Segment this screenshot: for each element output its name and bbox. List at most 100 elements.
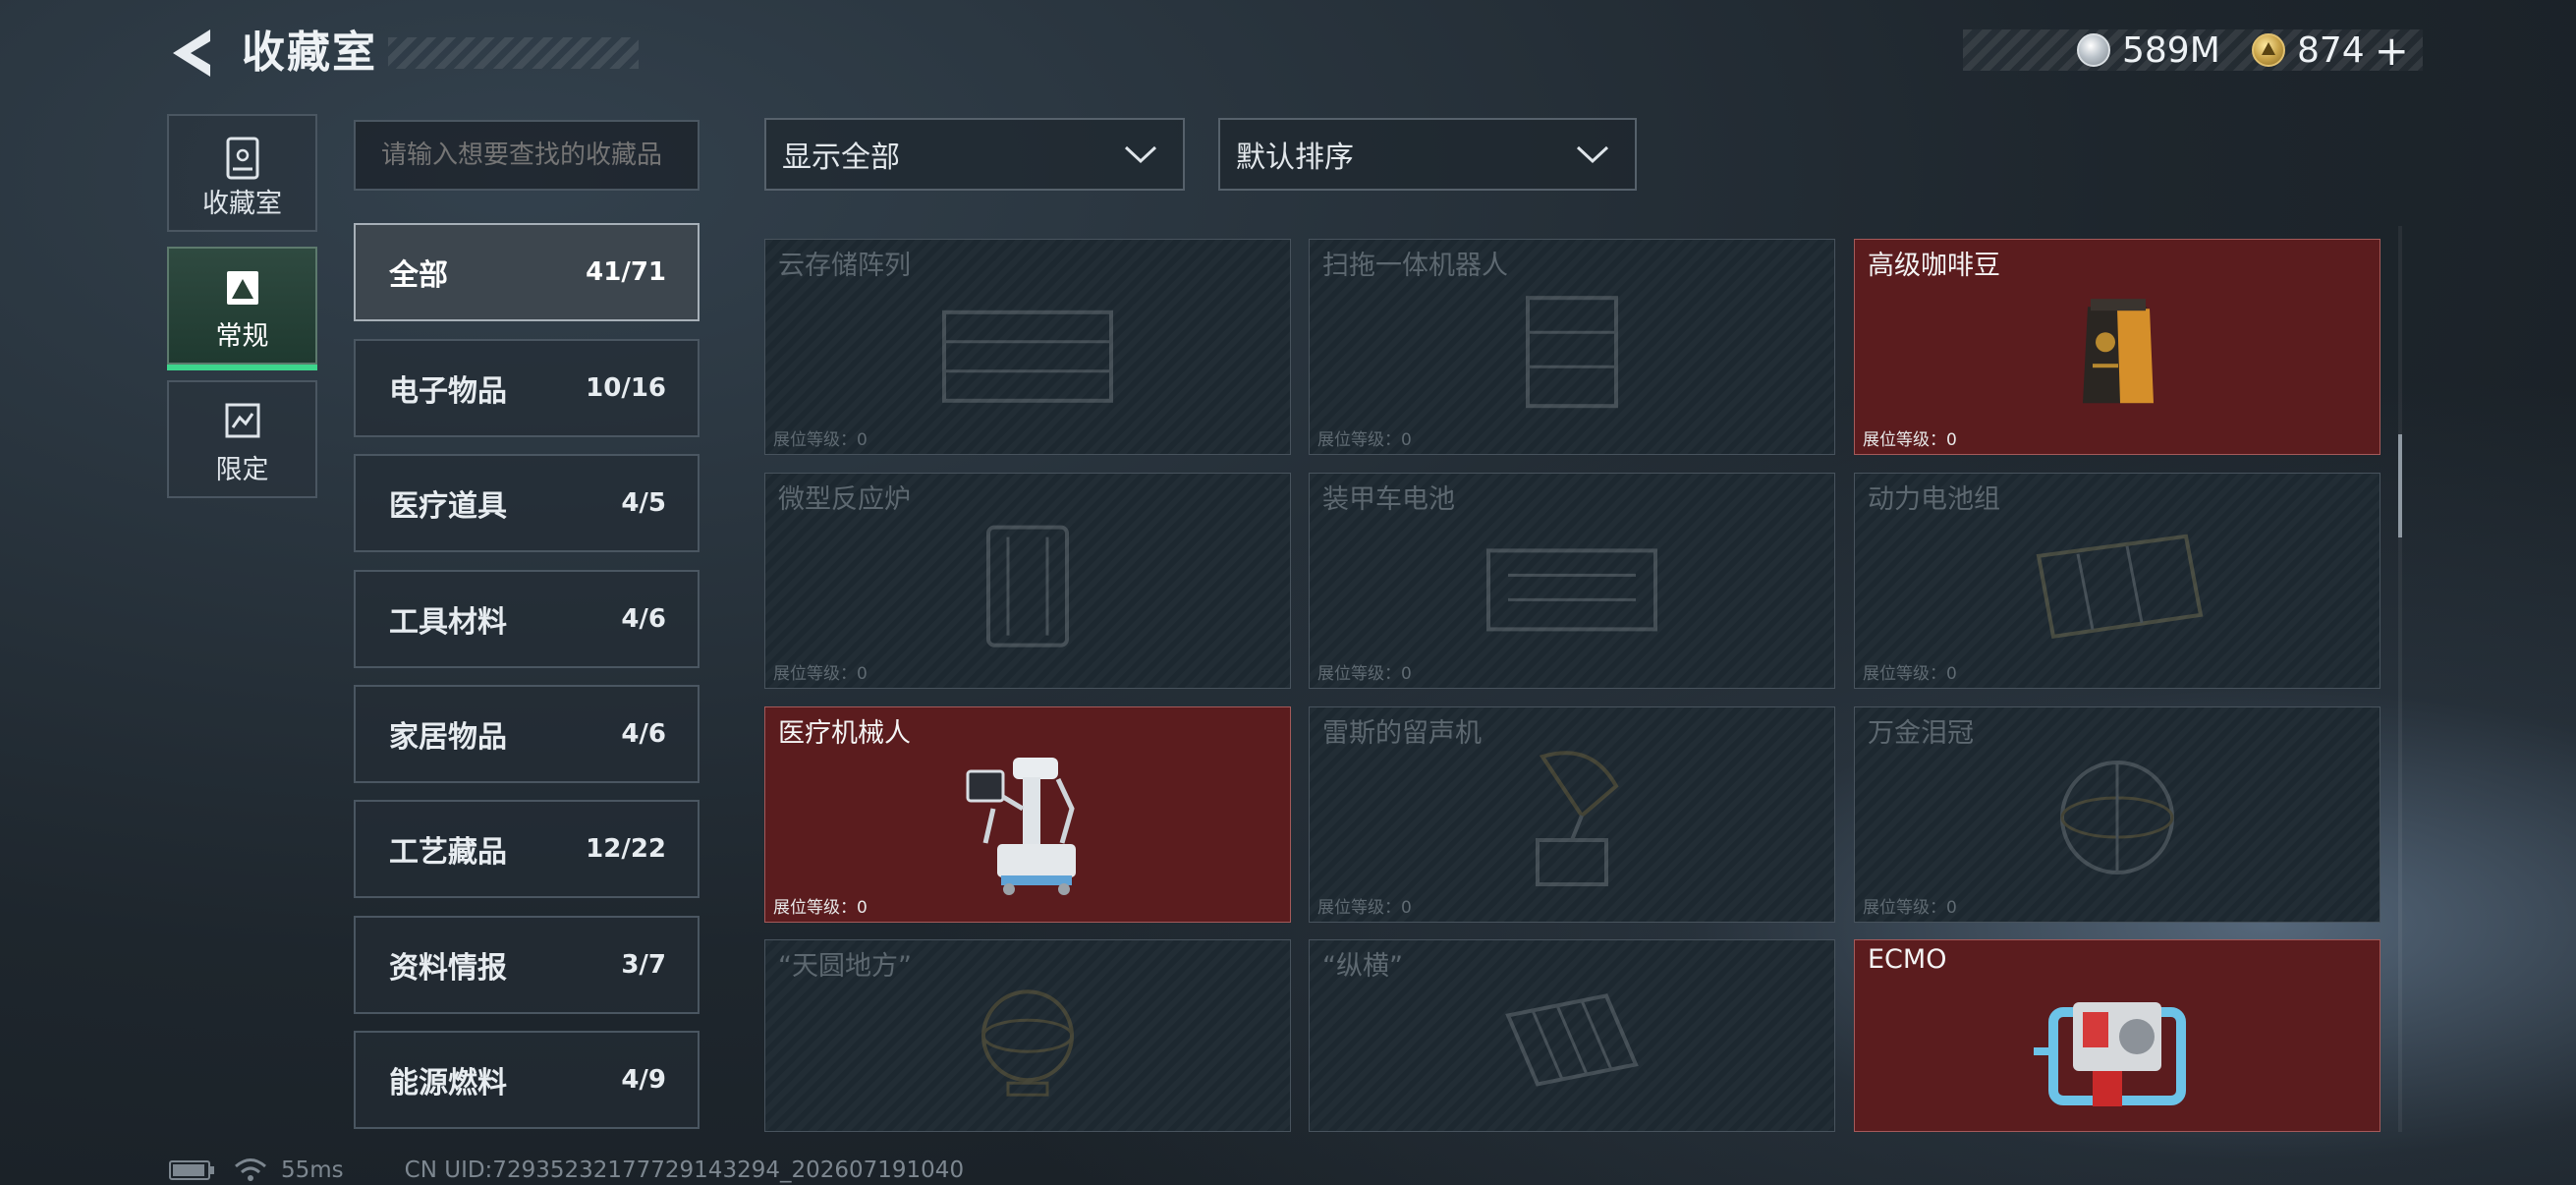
item-level: 展位等级：0 [773,430,868,450]
battery-pack-icon [2036,534,2204,640]
crown-icon [2060,761,2174,875]
category-label: 全部 [389,258,448,293]
category-all[interactable]: 全部 41/71 [354,223,700,321]
item-name: 扫拖一体机器人 [1322,251,1508,281]
ping-value: 55ms [281,1157,344,1183]
category-count: 41/71 [586,257,666,287]
chevron-down-icon [1576,145,1609,164]
category-medical[interactable]: 医疗道具 4/5 [354,454,700,552]
tab-label: 限定 [215,455,269,485]
gallery-icon [226,271,258,305]
item-level: 展位等级：0 [773,664,868,684]
globe-icon [981,989,1074,1097]
chevron-down-icon [1124,145,1157,164]
collection-card[interactable]: ECMO [1854,939,2380,1132]
item-name: 雷斯的留声机 [1322,718,1482,749]
collection-card[interactable]: 微型反应炉 展位等级：0 [764,473,1291,689]
collection-card[interactable]: 装甲车电池 展位等级：0 [1309,473,1835,689]
battery-icon [1486,548,1657,632]
category-label: 医疗道具 [389,489,507,524]
tab-collection-room[interactable]: 收藏室 [167,114,317,232]
collection-card[interactable]: 万金泪冠 展位等级：0 [1854,706,2380,923]
item-level: 展位等级：0 [1863,430,1957,450]
chessboard-icon [1505,993,1639,1087]
tab-label: 收藏室 [202,189,282,219]
item-name: 装甲车电池 [1322,484,1455,515]
collection-card[interactable]: 动力电池组 展位等级：0 [1854,473,2380,689]
gold-coin-icon [2252,33,2285,67]
item-name: “纵横” [1322,951,1403,982]
scrollbar-thumb[interactable] [2398,434,2402,537]
category-count: 12/22 [586,834,666,864]
item-name: 万金泪冠 [1868,718,1974,749]
category-count: 10/16 [586,373,666,403]
collection-card[interactable]: 雷斯的留声机 展位等级：0 [1309,706,1835,923]
ecmo-machine-icon [2034,1002,2186,1106]
category-tools[interactable]: 工具材料 4/6 [354,570,700,668]
item-level: 展位等级：0 [1863,664,1957,684]
sort-dropdown[interactable]: 默认排序 [1218,118,1637,191]
medical-robot-icon [966,758,1076,895]
category-label: 电子物品 [389,374,507,409]
gold-currency: 874 + [2252,27,2409,75]
wifi-icon [235,1158,266,1181]
search-input[interactable] [354,120,700,191]
collection-card[interactable]: 高级咖啡豆 展位等级：0 [1854,239,2380,455]
item-level: 展位等级：0 [1317,898,1412,918]
item-level: 展位等级：0 [773,898,868,918]
robot-vacuum-icon [1526,296,1618,409]
silver-currency: 589M [2077,29,2220,71]
collection-card[interactable]: 扫拖一体机器人 展位等级：0 [1309,239,1835,455]
item-name: ECMO [1868,944,1947,975]
category-label: 工具材料 [389,605,507,640]
category-count: 4/5 [621,488,666,518]
server-rack-icon [942,310,1113,403]
category-count: 4/9 [621,1065,666,1095]
tab-regular[interactable]: 常规 [167,247,317,370]
silver-amount: 589M [2122,29,2220,71]
display-case-icon [226,137,258,180]
category-count: 4/6 [621,604,666,634]
page-title: 收藏室 [242,28,377,78]
scrollbar-track[interactable] [2398,226,2402,1132]
back-arrow-icon[interactable] [165,24,216,83]
battery-status-icon [169,1160,214,1180]
tab-limited[interactable]: 限定 [167,380,317,498]
reactor-icon [986,525,1069,648]
item-name: 微型反应炉 [778,484,911,515]
item-level: 展位等级：0 [1317,430,1412,450]
silver-coin-icon [2077,33,2110,67]
collection-card[interactable]: “天圆地方” [764,939,1291,1132]
item-name: 动力电池组 [1868,484,2000,515]
collection-card[interactable]: 医疗机械人 展位等级：0 [764,706,1291,923]
category-label: 资料情报 [389,951,507,986]
category-energy[interactable]: 能源燃料 4/9 [354,1031,700,1129]
category-count: 4/6 [621,719,666,749]
item-name: 高级咖啡豆 [1868,251,2000,281]
collection-card[interactable]: “纵横” [1309,939,1835,1132]
status-footer: 55ms CN UID:729352321777291432​94_202607… [169,1157,964,1183]
title-decoration [388,37,639,69]
coffee-bag-icon [2083,299,2154,404]
item-name: 医疗机械人 [778,718,911,749]
tab-label: 常规 [215,321,269,352]
item-level: 展位等级：0 [1863,898,1957,918]
sort-dropdown-value: 默认排序 [1236,141,1354,175]
limited-badge-icon [225,403,259,438]
gramophone-icon [1536,751,1619,886]
category-label: 工艺藏品 [389,835,507,870]
user-uid: CN UID:729352321777291432​94_20260719104… [404,1157,965,1183]
category-electronics[interactable]: 电子物品 10/16 [354,339,700,437]
category-label: 能源燃料 [389,1066,507,1100]
filter-dropdown-value: 显示全部 [782,141,900,175]
add-currency-button[interactable]: + [2375,27,2409,75]
gold-amount: 874 [2297,29,2365,71]
category-crafts[interactable]: 工艺藏品 12/22 [354,800,700,898]
category-count: 3/7 [621,950,666,980]
category-intel[interactable]: 资料情报 3/7 [354,916,700,1014]
collection-card[interactable]: 云存储阵列 展位等级：0 [764,239,1291,455]
filter-dropdown[interactable]: 显示全部 [764,118,1185,191]
category-household[interactable]: 家居物品 4/6 [354,685,700,783]
item-name: “天圆地方” [778,951,912,982]
category-label: 家居物品 [389,720,507,755]
